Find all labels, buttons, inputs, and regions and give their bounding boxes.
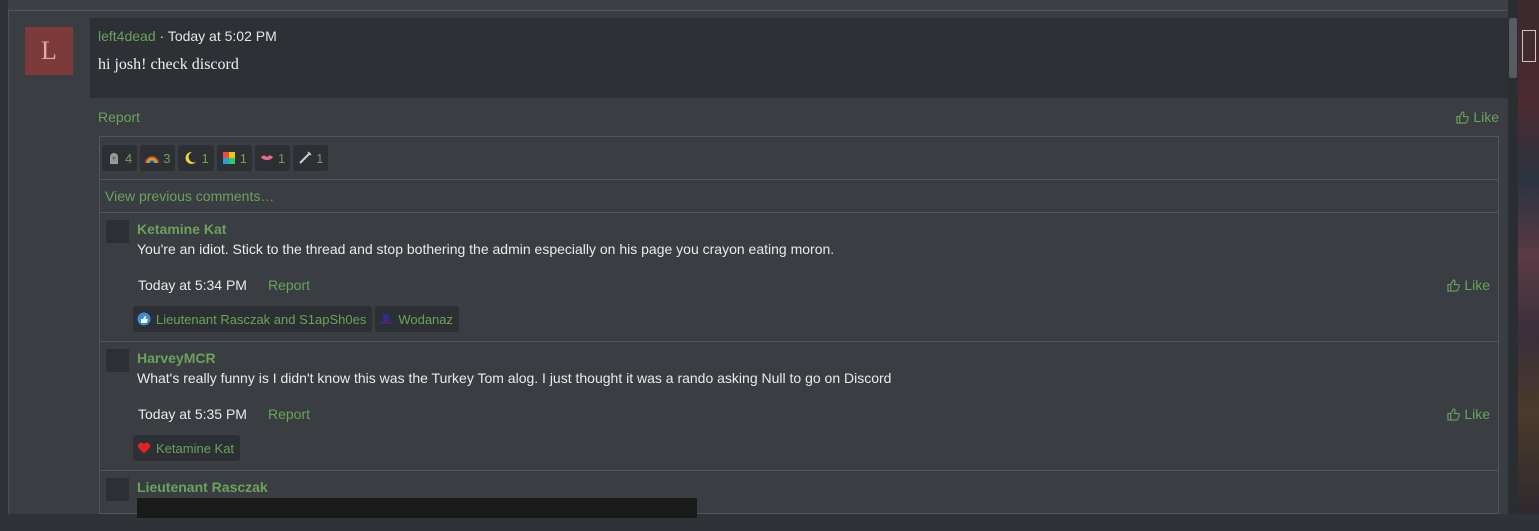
scrollbar-thumb[interactable] (1509, 18, 1517, 78)
reaction-count: 1 (316, 150, 324, 166)
comment-avatar[interactable] (106, 478, 129, 501)
comment-text: You're an idiot. Stick to the thread and… (137, 241, 835, 257)
moon-icon (186, 151, 197, 164)
comment-like-button[interactable]: Like (1447, 277, 1490, 293)
comment-report-link[interactable]: Report (268, 277, 310, 293)
thumbs-up-blue-icon (137, 312, 151, 326)
comment-avatar[interactable] (106, 349, 129, 372)
meta-separator: · (159, 28, 165, 44)
rainbow-icon (145, 156, 160, 164)
comment-item: Lieutenant Rasczak (100, 471, 1498, 531)
reaction-count: 1 (201, 150, 209, 166)
thumbs-up-icon (1456, 110, 1470, 124)
reaction-users: Wodanaz (398, 311, 454, 327)
side-art-frame (1522, 30, 1536, 62)
reaction-syringe[interactable]: 1 (293, 145, 329, 171)
avatar-letter: L (41, 36, 57, 65)
thumbs-up-icon (1447, 278, 1461, 292)
comments-section: View previous comments… Ketamine Kat You… (99, 179, 1499, 518)
heart-icon (137, 442, 151, 454)
comment-author-link[interactable]: Lieutenant Rasczak (137, 479, 268, 495)
reaction-users: Ketamine Kat (156, 440, 235, 456)
reaction-puzzle[interactable]: 1 (216, 145, 252, 171)
reaction-summary-chip[interactable]: Lieutenant Rasczak and S1apSh0es (133, 306, 373, 332)
reaction-moon[interactable]: 1 (178, 145, 214, 171)
view-previous-comments-link[interactable]: View previous comments… (100, 180, 1498, 213)
top-hat-icon (380, 314, 393, 324)
comment-reactions: Ketamine Kat (133, 435, 241, 461)
side-background-art (1518, 0, 1539, 514)
reaction-count: 4 (125, 150, 133, 166)
author-avatar[interactable]: L (25, 27, 73, 75)
reaction-count: 1 (277, 150, 286, 166)
comment-avatar[interactable] (106, 220, 129, 243)
comment-like-button[interactable]: Like (1447, 406, 1490, 422)
reaction-lips[interactable]: 1 (254, 145, 291, 171)
reaction-tombstone[interactable]: 4 (102, 145, 138, 171)
comment-timestamp[interactable]: Today at 5:35 PM (138, 406, 247, 422)
syringe-icon (299, 151, 312, 164)
like-label: Like (1473, 109, 1499, 125)
embedded-video-thumbnail[interactable] (137, 498, 697, 518)
reaction-users: Lieutenant Rasczak and S1apSh0es (156, 311, 367, 327)
like-button[interactable]: Like (1456, 109, 1499, 125)
message-body (90, 18, 1508, 98)
reaction-rainbow[interactable]: 3 (140, 145, 176, 171)
puzzle-icon (222, 152, 235, 164)
reaction-summary-chip[interactable]: Wodanaz (375, 306, 460, 332)
reaction-count: 1 (239, 150, 247, 166)
like-label: Like (1464, 406, 1490, 422)
report-link[interactable]: Report (98, 109, 140, 125)
comment-report-link[interactable]: Report (268, 406, 310, 422)
reactions-bar: 4 3 1 1 1 1 (99, 136, 1499, 179)
post-message-text: hi josh! check discord (98, 56, 239, 73)
reaction-count: 3 (163, 150, 171, 166)
comment-author-link[interactable]: HarveyMCR (137, 350, 216, 366)
comment-timestamp[interactable]: Today at 5:34 PM (138, 277, 247, 293)
lips-icon (260, 155, 273, 160)
post-meta: left4dead · Today at 5:02 PM (98, 28, 277, 44)
like-label: Like (1464, 277, 1490, 293)
previous-post-edge (8, 0, 1508, 11)
comment-item: HarveyMCR What's really funny is I didn'… (100, 342, 1498, 471)
comment-author-link[interactable]: Ketamine Kat (137, 221, 226, 237)
post-timestamp[interactable]: Today at 5:02 PM (168, 28, 277, 44)
reaction-summary-chip[interactable]: Ketamine Kat (133, 435, 241, 461)
post-author-link[interactable]: left4dead (98, 28, 156, 44)
comment-item: Ketamine Kat You're an idiot. Stick to t… (100, 213, 1498, 342)
comment-reactions: Lieutenant Rasczak and S1apSh0es Wodanaz (133, 306, 460, 332)
comment-text: What's really funny is I didn't know thi… (137, 370, 892, 386)
thumbs-up-icon (1447, 407, 1461, 421)
tombstone-icon (110, 153, 118, 164)
